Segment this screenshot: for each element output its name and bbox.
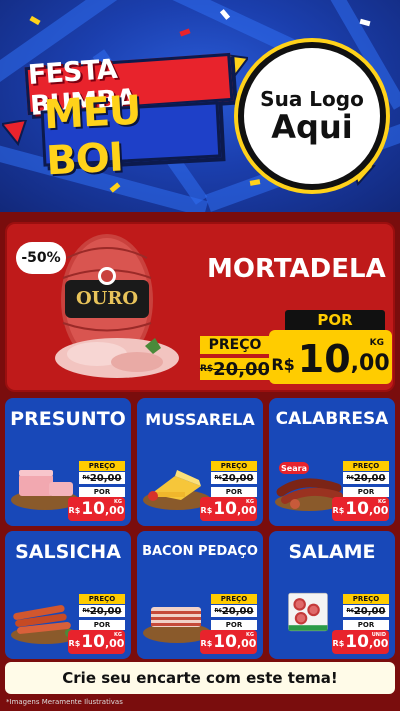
featured-product-card: -50% OURO MORTADELA PREÇO R$ 20,00 POR R… (5, 222, 395, 392)
logo-text-line-2: Aqui (271, 108, 353, 147)
new-price-label: POR (211, 487, 257, 497)
new-price-integer: 10 (345, 499, 369, 519)
mortadela-brand-text: OURO (76, 288, 138, 309)
old-price: R$ 20,00 (343, 472, 389, 484)
product-card-mussarela: MUSSARELA PREÇO R$ 20,00 POR R$ 10 ,00 KG (137, 398, 263, 526)
new-price: R$ 10 ,00 KG (68, 497, 125, 521)
old-price: R$ 20,00 (200, 358, 270, 380)
new-price-label: POR (285, 310, 385, 330)
new-price-unit: KG (246, 632, 254, 638)
old-price: R$ 20,00 (211, 605, 257, 617)
old-price-currency: R$ (346, 475, 354, 481)
new-price-unit: UNID (371, 632, 386, 638)
new-price-label: POR (343, 487, 389, 497)
logo-placeholder[interactable]: Sua Logo Aqui (238, 42, 386, 190)
new-price-cents: ,00 (236, 504, 257, 517)
product-card-salsicha: SALSICHA PREÇO R$ 20,00 POR R$ 10 ,00 KG (5, 531, 131, 659)
product-name: SALAME (288, 541, 376, 563)
new-price-cents: ,00 (104, 637, 125, 650)
old-price-currency: R$ (82, 608, 90, 614)
disclaimer-text: *Imagens Meramente Ilustrativas (6, 698, 123, 706)
old-price-currency: R$ (214, 608, 222, 614)
old-price: R$ 20,00 (79, 472, 125, 484)
new-price-integer: 10 (81, 632, 105, 652)
new-price-currency: R$ (68, 639, 81, 648)
confetti (179, 28, 191, 37)
old-price-label: PREÇO (200, 336, 270, 354)
salame-image (288, 592, 328, 632)
new-price-unit: KG (246, 499, 254, 505)
new-price-unit: KG (378, 499, 386, 505)
old-price-value: 20,00 (89, 605, 122, 617)
old-price-label: PREÇO (343, 594, 389, 604)
new-price-label: POR (211, 620, 257, 630)
old-price-label: PREÇO (211, 594, 257, 604)
new-price-cents: ,00 (236, 637, 257, 650)
old-price-label: PREÇO (79, 594, 125, 604)
old-price-value: 20,00 (353, 605, 386, 617)
old-price-value: 20,00 (89, 472, 122, 484)
new-price-integer: 10 (213, 632, 237, 652)
old-price-currency: R$ (199, 364, 214, 374)
new-price-currency: R$ (200, 506, 213, 515)
new-price-currency: R$ (332, 506, 345, 515)
new-price-integer: 10 (345, 632, 369, 652)
old-price-currency: R$ (346, 608, 354, 614)
new-price-cents: ,00 (368, 637, 389, 650)
new-price-currency: R$ (332, 639, 345, 648)
product-card-salame: SALAME PREÇO R$ 20,00 POR R$ 10 ,00 UNID (269, 531, 395, 659)
title-banner-blue: MEU BOI (40, 88, 222, 184)
product-card-calabresa: CALABRESA Seara PREÇO R$ 20,00 POR R$ 10 … (269, 398, 395, 526)
new-price-label: POR (343, 620, 389, 630)
confetti (29, 15, 41, 26)
new-price: R$ 10 ,00 KG (200, 497, 257, 521)
calabresa-brand-text: Seara (281, 464, 307, 473)
old-price: R$ 20,00 (211, 472, 257, 484)
discount-badge: -50% (16, 242, 66, 274)
new-price-integer: 10 (81, 499, 105, 519)
new-price: R$ 10 ,00 KG (68, 630, 125, 654)
new-price-label: POR (79, 487, 125, 497)
new-price-unit: KG (114, 632, 122, 638)
product-name: SALSICHA (15, 541, 121, 563)
festival-title: FESTA BUMBA MEU BOI (16, 52, 236, 184)
old-price: R$ 20,00 (343, 605, 389, 617)
old-price-label: PREÇO (343, 461, 389, 471)
new-price-unit: KG (369, 338, 384, 348)
new-price-currency: R$ (68, 506, 81, 515)
new-price-currency: R$ (271, 355, 295, 374)
new-price-cents: ,00 (368, 504, 389, 517)
new-price: R$ 10 ,00 KG (332, 497, 389, 521)
old-price-currency: R$ (82, 475, 90, 481)
old-price-value: 20,00 (213, 358, 271, 380)
new-price-integer: 10 (213, 499, 237, 519)
old-price: R$ 20,00 (79, 605, 125, 617)
new-price-unit: KG (114, 499, 122, 505)
new-price-integer: 10 (297, 337, 351, 381)
old-price-label: PREÇO (211, 461, 257, 471)
new-price-cents: ,00 (104, 504, 125, 517)
new-price: R$ 10 ,00 UNID (332, 630, 389, 654)
create-flyer-button[interactable]: Crie seu encarte com este tema! (5, 662, 395, 694)
featured-product-name: MORTADELA (207, 254, 386, 284)
old-price-value: 20,00 (353, 472, 386, 484)
product-name: CALABRESA (275, 409, 389, 429)
old-price-label: PREÇO (79, 461, 125, 471)
product-name: MUSSARELA (145, 410, 255, 429)
product-card-bacon: BACON PEDAÇO PREÇO R$ 20,00 POR R$ 10 ,00… (137, 531, 263, 659)
old-price-value: 20,00 (221, 605, 254, 617)
title-line-2: MEU BOI (42, 87, 142, 185)
product-card-presunto: PRESUNTO PREÇO R$ 20,00 POR R$ 10 ,00 KG (5, 398, 131, 526)
new-price-cents: ,00 (350, 351, 390, 376)
new-price-currency: R$ (200, 639, 213, 648)
old-price-currency: R$ (214, 475, 222, 481)
header-banner: FESTA BUMBA MEU BOI Sua Logo Aqui (0, 0, 400, 212)
new-price: R$ 10 ,00 KG (269, 330, 392, 384)
product-name: BACON PEDAÇO (142, 544, 258, 559)
product-name: PRESUNTO (10, 408, 126, 430)
old-price-value: 20,00 (221, 472, 254, 484)
new-price: R$ 10 ,00 KG (200, 630, 257, 654)
new-price-label: POR (79, 620, 125, 630)
